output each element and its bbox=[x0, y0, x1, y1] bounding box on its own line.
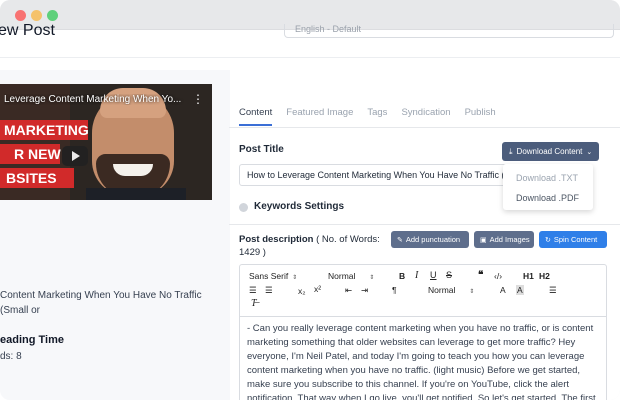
bold-icon[interactable]: B bbox=[399, 271, 405, 281]
font-family-select[interactable]: Sans Serif ⇕ bbox=[249, 271, 297, 281]
chevron-down-icon: ⌄ bbox=[586, 149, 593, 156]
video-presenter-shirt bbox=[86, 188, 186, 200]
add-images-button[interactable]: ▣ Add Images bbox=[474, 231, 534, 248]
download-icon: ⤓ bbox=[509, 147, 513, 156]
align-value: Normal bbox=[428, 285, 456, 295]
edit-icon: ✎ bbox=[397, 237, 403, 244]
download-content-button[interactable]: ⤓ Download Content ⌄ bbox=[502, 142, 599, 161]
video-title: Leverage Content Marketing When Yo... bbox=[4, 94, 182, 105]
font-size-value: Normal bbox=[328, 271, 356, 281]
video-banner-line-1: MARKETING bbox=[0, 120, 89, 140]
post-preview-panel: MARKETING R NEW BSITES Leverage Content … bbox=[0, 70, 230, 400]
indent-icon[interactable]: ⇥ bbox=[361, 285, 368, 296]
strikethrough-icon[interactable]: S bbox=[446, 270, 452, 280]
updown-icon: ⇕ bbox=[469, 289, 475, 295]
tab-featured-image[interactable]: Featured Image bbox=[286, 106, 353, 126]
header-divider bbox=[0, 57, 620, 58]
page-title: ew Post bbox=[0, 22, 55, 39]
video-banner-line-2: R NEW bbox=[0, 144, 61, 164]
clear-format-icon[interactable]: T̶ bbox=[251, 298, 257, 309]
bullet-list-icon[interactable]: ☰ bbox=[265, 285, 273, 296]
editor-tabs: Content Featured Image Tags Syndication … bbox=[239, 106, 510, 126]
subscript-icon[interactable]: x₂ bbox=[298, 286, 306, 296]
header-1-button[interactable]: H1 bbox=[523, 271, 534, 281]
close-window-button[interactable] bbox=[15, 10, 26, 21]
language-select[interactable]: English - Default bbox=[284, 24, 614, 38]
refresh-icon: ↻ bbox=[545, 237, 551, 244]
download-content-label: Download Content bbox=[516, 147, 583, 156]
maximize-window-button[interactable] bbox=[47, 10, 58, 21]
tab-syndication[interactable]: Syndication bbox=[401, 106, 450, 126]
add-punctuation-button[interactable]: ✎ Add punctuation bbox=[391, 231, 469, 248]
spin-content-button[interactable]: ↻ Spin Content bbox=[539, 231, 607, 248]
tab-content[interactable]: Content bbox=[239, 106, 273, 126]
tab-tags[interactable]: Tags bbox=[367, 106, 387, 126]
underline-icon[interactable]: U bbox=[430, 270, 437, 280]
add-images-label: Add Images bbox=[489, 235, 530, 244]
post-title-preview: Content Marketing When You Have No Traff… bbox=[0, 290, 202, 316]
radio-icon[interactable] bbox=[239, 203, 248, 212]
font-family-value: Sans Serif bbox=[249, 271, 289, 281]
image-icon: ▣ bbox=[480, 237, 487, 244]
font-size-select[interactable]: Normal ⇕ bbox=[328, 271, 374, 281]
post-title-input[interactable]: How to Leverage Content Marketing When Y… bbox=[239, 164, 510, 186]
superscript-icon[interactable]: x² bbox=[314, 284, 321, 294]
text-direction-icon[interactable]: ¶ bbox=[392, 285, 397, 295]
code-icon[interactable]: ‹/› bbox=[494, 271, 502, 281]
video-presenter-smile bbox=[113, 164, 153, 176]
outdent-icon[interactable]: ⇤ bbox=[345, 285, 352, 296]
browser-window: ew Post English - Default MARKETING R NE… bbox=[0, 0, 620, 400]
tab-publish[interactable]: Publish bbox=[465, 106, 496, 126]
italic-icon[interactable]: I bbox=[415, 270, 418, 281]
more-vertical-icon[interactable]: ⋮ bbox=[192, 92, 204, 106]
background-color-icon[interactable]: A bbox=[516, 285, 524, 295]
header-2-button[interactable]: H2 bbox=[539, 271, 550, 281]
tabs-divider bbox=[229, 127, 620, 128]
app-content: ew Post English - Default MARKETING R NE… bbox=[0, 22, 620, 400]
updown-icon: ⇕ bbox=[369, 275, 375, 281]
add-punctuation-label: Add punctuation bbox=[405, 235, 461, 244]
editor-content[interactable]: - Can you really leverage content market… bbox=[247, 322, 599, 400]
blockquote-icon[interactable]: ❝ bbox=[478, 270, 483, 281]
editor-toolbar: Sans Serif ⇕ Normal ⇕ B I U S ❝ ‹/› H1 H2 … bbox=[240, 265, 606, 317]
video-banner-line-3: BSITES bbox=[0, 168, 74, 188]
play-icon[interactable] bbox=[62, 146, 88, 166]
download-dropdown-menu: Download .TXT Download .PDF bbox=[503, 164, 593, 210]
download-pdf-option[interactable]: Download .PDF bbox=[503, 188, 593, 208]
section-divider bbox=[229, 224, 620, 225]
minimize-window-button[interactable] bbox=[31, 10, 42, 21]
updown-icon: ⇕ bbox=[292, 275, 298, 281]
align-select[interactable]: Normal ⇕ bbox=[428, 285, 474, 295]
keywords-settings-label: Keywords Settings bbox=[254, 201, 345, 212]
text-color-icon[interactable]: A bbox=[500, 285, 506, 295]
video-thumbnail[interactable]: MARKETING R NEW BSITES Leverage Content … bbox=[0, 84, 212, 200]
post-title-label: Post Title bbox=[239, 144, 284, 155]
word-count: ds: 8 bbox=[0, 351, 22, 362]
spin-content-label: Spin Content bbox=[553, 235, 598, 244]
download-txt-option[interactable]: Download .TXT bbox=[503, 168, 593, 188]
rich-text-editor: Sans Serif ⇕ Normal ⇕ B I U S ❝ ‹/› H1 H2 … bbox=[239, 264, 607, 400]
reading-time-label: eading Time bbox=[0, 334, 64, 346]
post-description-label: Post description bbox=[239, 234, 314, 245]
ordered-list-icon[interactable]: ☰ bbox=[249, 285, 257, 296]
post-description-heading: Post description ( No. of Words: 1429 ) bbox=[239, 233, 389, 259]
align-left-icon[interactable]: ☰ bbox=[549, 285, 557, 296]
